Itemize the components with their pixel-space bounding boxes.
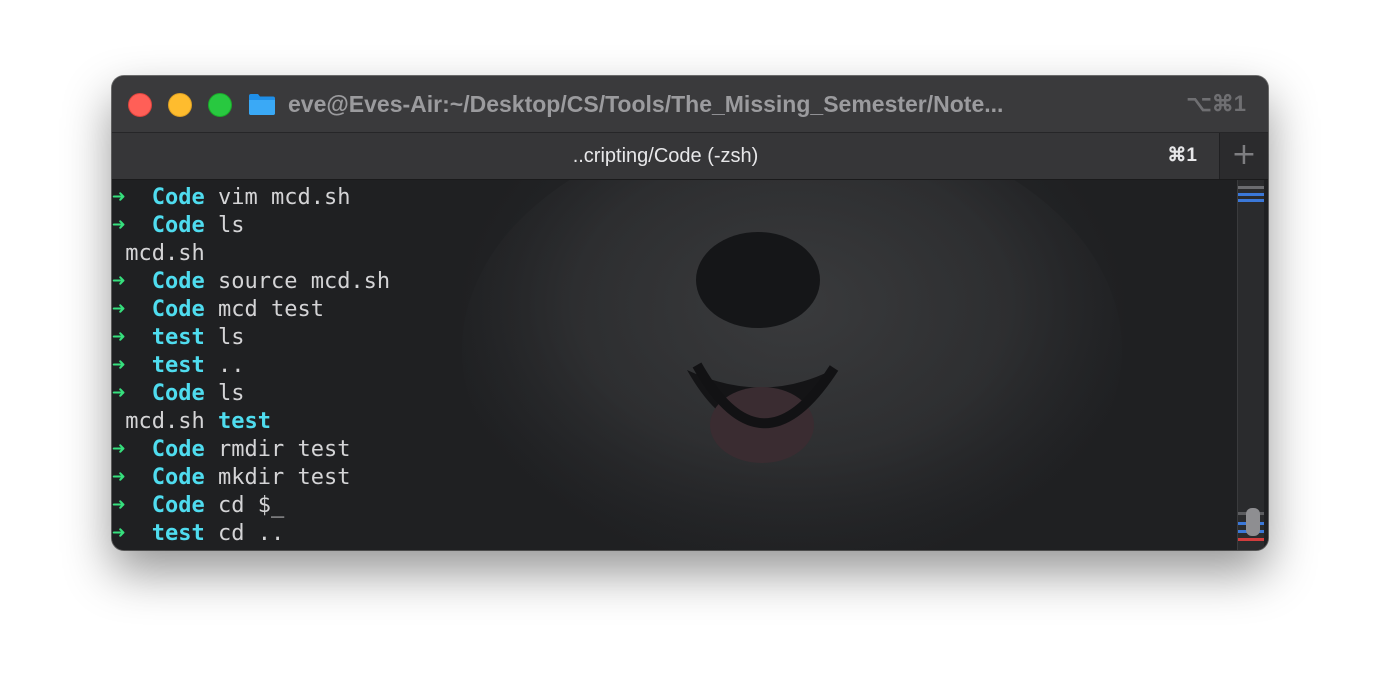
close-button[interactable] [128,93,152,117]
command-text: ls [217,325,245,350]
folder-icon [249,94,275,115]
scrollbar-thumb[interactable] [1246,508,1260,536]
prompt-directory: test [151,325,205,350]
prompt-arrow-icon: ➜ [112,437,126,462]
command-text: mcd test [217,297,324,322]
prompt-arrow-icon: ➜ [112,325,126,350]
title-bar: eve@Eves-Air:~/Desktop/CS/Tools/The_Miss… [112,76,1268,133]
command-text: cd $_ [217,493,285,518]
plus-icon: + [1231,137,1257,172]
prompt-line: ➜ Code ls [112,212,390,240]
prompt-arrow-icon: ➜ [112,269,126,294]
minimize-button[interactable] [168,93,192,117]
prompt-directory: Code [151,437,205,462]
window-title: eve@Eves-Air:~/Desktop/CS/Tools/The_Miss… [288,91,1004,117]
tab-title: ..cripting/Code (-zsh) [572,145,759,167]
scrollbar[interactable] [1237,180,1264,550]
prompt-directory: test [151,521,205,546]
prompt-arrow-icon: ➜ [112,213,126,238]
prompt-directory: Code [151,381,205,406]
prompt-line: ➜ Code source mcd.sh [112,268,390,296]
output-text: mcd.sh [125,241,205,266]
command-text: rmdir test [217,437,351,462]
new-tab-button[interactable]: + [1220,133,1268,179]
prompt-arrow-icon: ➜ [112,185,126,210]
prompt-line: ➜ test ls [112,324,390,352]
tab-zsh[interactable]: ..cripting/Code (-zsh) ⌘1 [112,133,1220,179]
prompt-directory: Code [151,269,205,294]
prompt-arrow-icon: ➜ [112,297,126,322]
prompt-directory: Code [151,297,205,322]
command-text: .. [217,353,245,378]
prompt-line: ➜ test cd .. [112,520,390,548]
terminal-window: eve@Eves-Air:~/Desktop/CS/Tools/The_Miss… [112,76,1268,550]
prompt-line: ➜ Code ls [112,380,390,408]
prompt-arrow-icon: ➜ [112,493,126,518]
prompt-directory: Code [151,493,205,518]
tab-shortcut: ⌘1 [1167,145,1197,166]
command-text: vim mcd.sh [217,185,351,210]
output-text: mcd.sh [125,409,205,434]
prompt-arrow-icon: ➜ [112,465,126,490]
prompt-directory: Code [151,465,205,490]
command-text: cd .. [217,521,285,546]
window-shortcut: ⌥⌘1 [1186,91,1246,116]
prompt-line: ➜ Code mkdir test [112,464,390,492]
prompt-line: ➜ Code mcd test [112,296,390,324]
command-text: ls [217,381,245,406]
prompt-line: ➜ Code rmdir test [112,436,390,464]
prompt-arrow-icon: ➜ [112,521,126,546]
zoom-button[interactable] [208,93,232,117]
command-text: ls [217,213,245,238]
prompt-arrow-icon: ➜ [112,353,126,378]
prompt-directory: test [151,353,205,378]
prompt-line: ➜ test .. [112,352,390,380]
prompt-arrow-icon: ➜ [112,381,126,406]
output-line: mcd.sh [112,240,390,268]
prompt-directory: Code [151,213,205,238]
output-line: mcd.sh test [112,408,390,436]
terminal-content[interactable]: ➜ Code vim mcd.sh ➜ Code ls mcd.sh ➜ Code … [112,180,1268,550]
prompt-directory: Code [151,185,205,210]
prompt-line: ➜ Code cd $_ [112,492,390,520]
command-text: source mcd.sh [217,269,391,294]
command-text: mkdir test [217,465,351,490]
terminal-output: ➜ Code vim mcd.sh ➜ Code ls mcd.sh ➜ Code … [112,184,390,548]
tab-bar: ..cripting/Code (-zsh) ⌘1 + [112,133,1268,180]
output-directory: test [217,409,271,434]
prompt-line: ➜ Code vim mcd.sh [112,184,390,212]
